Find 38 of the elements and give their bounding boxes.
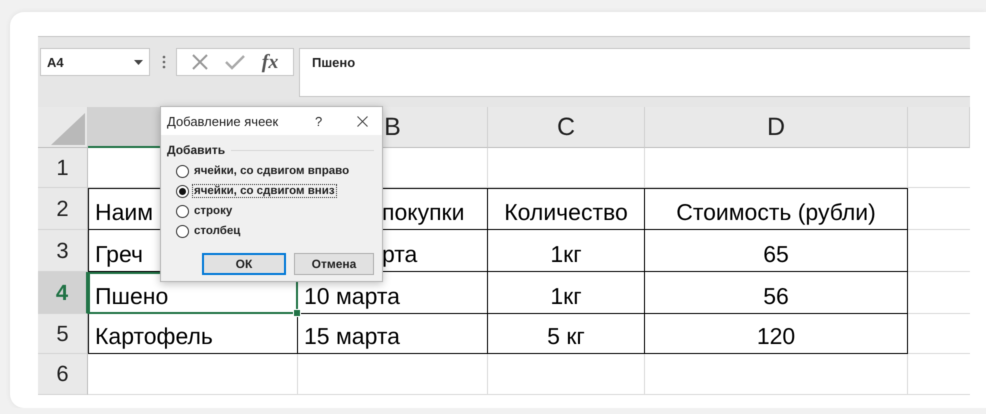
table-cell: Количество: [488, 188, 645, 230]
row-header[interactable]: 3: [38, 230, 88, 272]
cancel-button[interactable]: Отмена: [294, 253, 374, 275]
row-header[interactable]: 2: [38, 188, 88, 230]
radio-button[interactable]: [176, 184, 189, 198]
row-header[interactable]: 4: [38, 272, 88, 314]
table-cell: Стоимость (рубли): [645, 188, 908, 230]
dropdown-icon[interactable]: [134, 60, 143, 64]
table-cell: 1кг: [488, 230, 645, 272]
option-label[interactable]: строку: [192, 204, 234, 218]
row-header[interactable]: 5: [38, 314, 88, 354]
table-cell: 65: [645, 230, 908, 272]
ok-button[interactable]: ОК: [202, 253, 286, 275]
formula-field[interactable]: Пшено: [299, 48, 970, 97]
close-icon[interactable]: [357, 116, 368, 126]
help-button[interactable]: ?: [315, 114, 335, 128]
column-header[interactable]: C: [488, 107, 645, 148]
dialog-title: Добавление ячеек: [167, 114, 280, 128]
cell-reference: A4: [47, 54, 64, 70]
table-cell: 56: [645, 272, 908, 314]
row-header[interactable]: 6: [38, 354, 88, 395]
group-label: Добавить: [167, 143, 226, 157]
insert-function-button[interactable]: fx: [262, 50, 278, 74]
name-box[interactable]: A4: [40, 48, 150, 76]
table-cell: 5 кг: [488, 314, 645, 354]
option-label[interactable]: ячейки, со сдвигом вправо: [192, 164, 352, 178]
radio-button[interactable]: [176, 164, 189, 178]
more-icon[interactable]: [162, 55, 166, 69]
checkmark-icon[interactable]: [224, 54, 245, 70]
table-cell: 15 марта: [298, 314, 488, 354]
table-cell: 1кг: [488, 272, 645, 314]
row-header[interactable]: 1: [38, 148, 88, 188]
column-header[interactable]: D: [645, 107, 908, 148]
radio-button[interactable]: [176, 204, 189, 218]
table-cell: Картофель: [88, 314, 298, 354]
table-cell: 120: [645, 314, 908, 354]
radio-button[interactable]: [176, 224, 189, 238]
option-label[interactable]: ячейки, со сдвигом вниз: [192, 184, 337, 198]
